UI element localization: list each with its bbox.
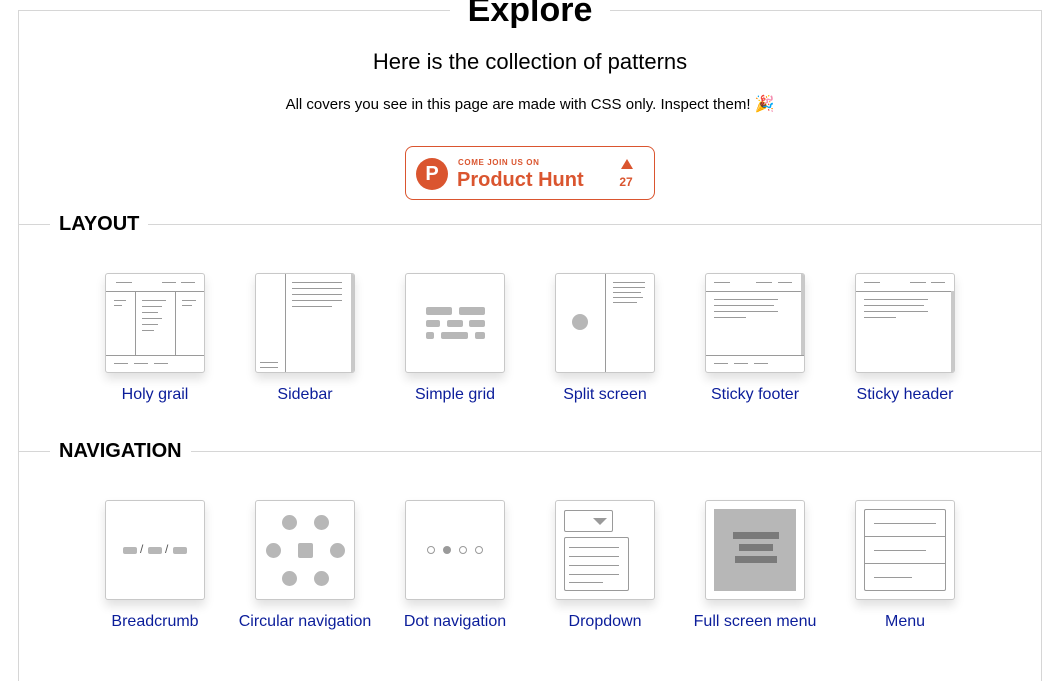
pattern-label: Sticky footer bbox=[710, 386, 800, 403]
menu-cover-icon bbox=[855, 500, 955, 600]
sticky-footer-cover-icon bbox=[705, 273, 805, 373]
holy-grail-cover-icon bbox=[105, 273, 205, 373]
section-title-layout: LAYOUT bbox=[50, 212, 149, 236]
pattern-card-simple-grid[interactable]: Simple grid bbox=[380, 273, 530, 404]
pattern-label: Simple grid bbox=[414, 386, 496, 403]
circular-navigation-cover-icon bbox=[255, 500, 355, 600]
pattern-card-split-screen[interactable]: Split screen bbox=[530, 273, 680, 404]
pattern-label: Holy grail bbox=[121, 386, 189, 403]
page-subtitle: Here is the collection of patterns bbox=[372, 49, 688, 74]
page-title: Explore bbox=[0, 0, 1060, 32]
dot-navigation-cover-icon bbox=[405, 500, 505, 600]
breadcrumb-cover-icon: / / bbox=[105, 500, 205, 600]
intro-note-text: All covers you see in this page are made… bbox=[285, 96, 751, 113]
pattern-card-sticky-header[interactable]: Sticky header bbox=[830, 273, 980, 404]
section-title-navigation: NAVIGATION bbox=[50, 439, 191, 463]
pattern-card-holy-grail[interactable]: Holy grail bbox=[80, 273, 230, 404]
upvote-count: 27 bbox=[619, 175, 633, 189]
pattern-label: Dot navigation bbox=[403, 613, 507, 630]
pattern-card-dot-navigation[interactable]: Dot navigation bbox=[380, 500, 530, 631]
product-hunt-name: Product Hunt bbox=[457, 169, 584, 191]
product-hunt-logo-icon: P bbox=[416, 158, 448, 190]
intro-note: All covers you see in this page are made… bbox=[0, 95, 1060, 115]
pattern-card-sticky-footer[interactable]: Sticky footer bbox=[680, 273, 830, 404]
simple-grid-cover-icon bbox=[405, 273, 505, 373]
product-hunt-badge[interactable]: P COME JOIN US ON Product Hunt 27 bbox=[405, 146, 655, 200]
pattern-label: Sidebar bbox=[277, 386, 333, 403]
section-divider bbox=[18, 224, 1042, 225]
sticky-header-cover-icon bbox=[855, 273, 955, 373]
pattern-card-circular-navigation[interactable]: Circular navigation bbox=[230, 500, 380, 631]
pattern-label: Circular navigation bbox=[238, 613, 372, 630]
pattern-label: Dropdown bbox=[568, 613, 642, 630]
full-screen-menu-cover-icon bbox=[705, 500, 805, 600]
pattern-label: Breadcrumb bbox=[111, 613, 199, 630]
sidebar-cover-icon bbox=[255, 273, 355, 373]
party-popper-icon: 🎉 bbox=[754, 96, 775, 113]
pattern-label: Full screen menu bbox=[693, 613, 817, 630]
pattern-label: Menu bbox=[884, 613, 926, 630]
pattern-card-sidebar[interactable]: Sidebar bbox=[230, 273, 380, 404]
split-screen-cover-icon bbox=[555, 273, 655, 373]
pattern-card-full-screen-menu[interactable]: Full screen menu bbox=[680, 500, 830, 631]
pattern-card-dropdown[interactable]: Dropdown bbox=[530, 500, 680, 631]
pattern-card-breadcrumb[interactable]: / / Breadcrumb bbox=[80, 500, 230, 631]
upvote-arrow-icon bbox=[621, 159, 633, 169]
pattern-label: Split screen bbox=[563, 386, 647, 403]
pattern-label: Sticky header bbox=[856, 386, 954, 403]
pattern-card-menu[interactable]: Menu bbox=[830, 500, 980, 631]
product-hunt-small-text: COME JOIN US ON bbox=[458, 158, 540, 167]
dropdown-cover-icon bbox=[555, 500, 655, 600]
